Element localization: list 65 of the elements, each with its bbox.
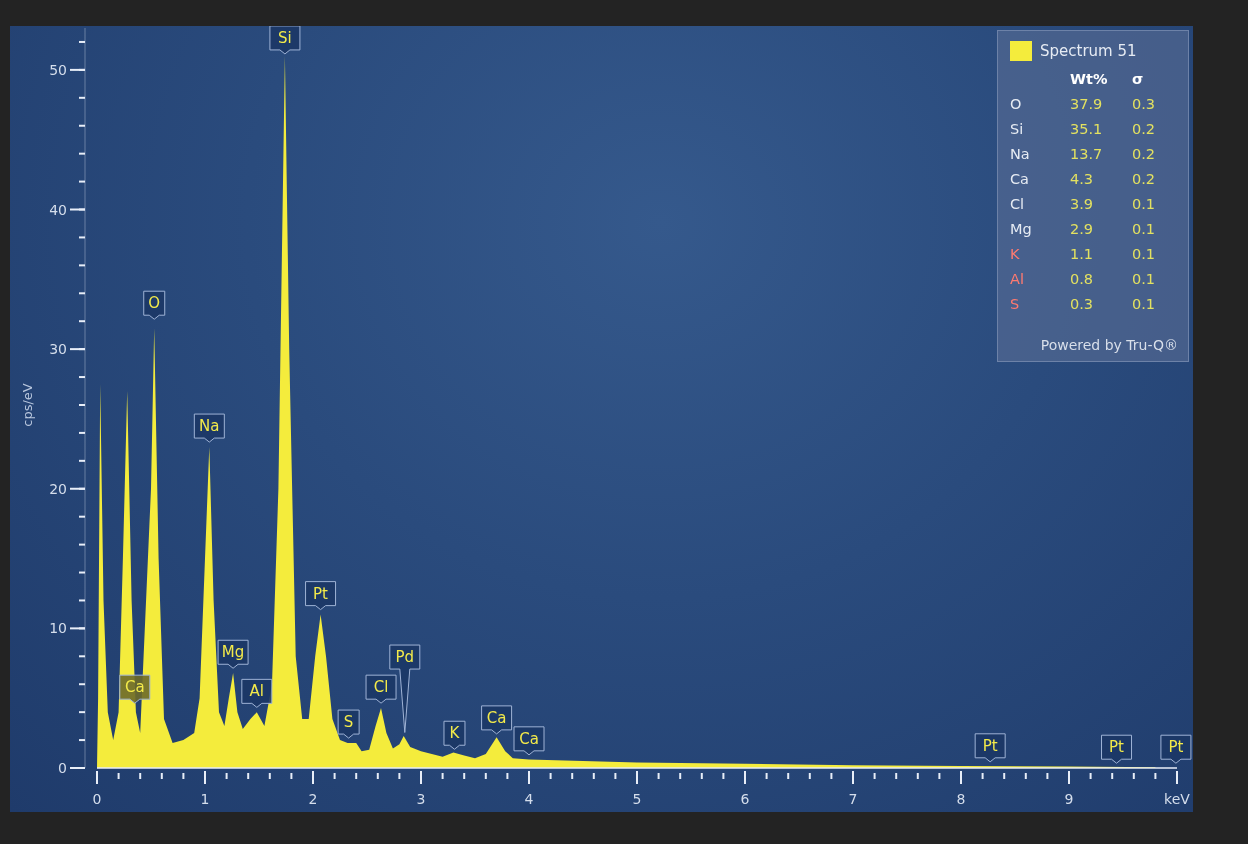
element-name: Si xyxy=(1010,120,1025,139)
table-cell-text: 0.3 xyxy=(1132,95,1157,114)
column-header: σ xyxy=(1132,70,1145,89)
table-cell-text: 4.3 xyxy=(1070,170,1095,189)
tick-label: 9 xyxy=(1064,791,1074,807)
peak-label[interactable]: Pt xyxy=(974,733,1006,763)
table-cell-text: 0.2 xyxy=(1132,170,1157,189)
tick-label: 5 xyxy=(632,791,642,807)
tick-label: 8 xyxy=(956,791,966,807)
tick-label: 10 xyxy=(49,620,67,637)
tick-label: 0 xyxy=(58,760,67,776)
tick-label: 20 xyxy=(49,480,67,497)
table-cell-text: 0.1 xyxy=(1132,220,1157,239)
tick-label: 6 xyxy=(740,791,750,807)
table-cell-text: 37.9 xyxy=(1070,95,1104,114)
tick-label: 1 xyxy=(200,791,210,807)
table-cell-text: 3.9 xyxy=(1070,195,1095,214)
table-cell-text: 0.3 xyxy=(1070,295,1095,314)
peak-label[interactable]: Cl xyxy=(365,674,397,704)
peak-label[interactable]: Na xyxy=(193,413,225,443)
table-cell-text: 0.2 xyxy=(1132,120,1157,139)
peak-label[interactable]: Pt xyxy=(305,581,337,611)
peak-label[interactable]: Ca xyxy=(119,674,151,704)
table-cell-text: 0.2 xyxy=(1132,145,1157,164)
element-name: Na xyxy=(1010,145,1031,164)
table-cell-text: 0.1 xyxy=(1132,270,1157,289)
table-cell-text: 0.1 xyxy=(1132,295,1157,314)
table-cell-text: 1.1 xyxy=(1070,245,1095,264)
column-header: Wt% xyxy=(1070,70,1109,89)
peak-label[interactable]: Pt xyxy=(1101,734,1132,764)
legend-title: Spectrum 51 xyxy=(1040,42,1137,60)
element-name: S xyxy=(1010,295,1021,314)
axis-title: cps/eV xyxy=(20,383,35,427)
powered-by-text: Powered by Tru-Q® xyxy=(1039,337,1178,353)
peak-label[interactable]: Pt xyxy=(1160,734,1192,764)
peak-label[interactable]: O xyxy=(143,290,166,320)
element-name: Mg xyxy=(1010,220,1033,239)
element-name: Cl xyxy=(1010,195,1026,214)
peak-label[interactable]: Al xyxy=(241,678,273,708)
peak-label[interactable]: Pd xyxy=(389,644,421,733)
peak-label[interactable]: Mg xyxy=(217,639,249,669)
tick-label: 40 xyxy=(49,201,67,218)
tick-label: keV xyxy=(1164,791,1190,807)
table-cell-text: 2.9 xyxy=(1070,220,1095,239)
peak-label[interactable]: Ca xyxy=(513,726,545,756)
tick-label: 7 xyxy=(848,791,858,807)
table-cell-text: 13.7 xyxy=(1070,145,1104,164)
tick-label: 4 xyxy=(524,791,534,807)
tick-label: 50 xyxy=(49,61,67,78)
table-cell-text: 0.1 xyxy=(1132,195,1157,214)
element-name: Al xyxy=(1010,270,1025,289)
tick-label: 3 xyxy=(416,791,426,807)
element-name: K xyxy=(1010,245,1021,264)
peak-label[interactable]: K xyxy=(443,720,466,750)
table-cell-text: 0.8 xyxy=(1070,270,1095,289)
peak-label[interactable]: Ca xyxy=(481,705,513,735)
tick-label: 2 xyxy=(308,791,318,807)
peak-label[interactable]: S xyxy=(337,709,360,739)
tick-label: 30 xyxy=(49,341,67,358)
element-name: O xyxy=(1010,95,1023,114)
table-cell-text: 0.1 xyxy=(1132,245,1157,264)
tick-label: 0 xyxy=(92,791,102,807)
peak-label[interactable]: Si xyxy=(269,26,301,55)
table-cell-text: 35.1 xyxy=(1070,120,1104,139)
element-name: Ca xyxy=(1010,170,1030,189)
